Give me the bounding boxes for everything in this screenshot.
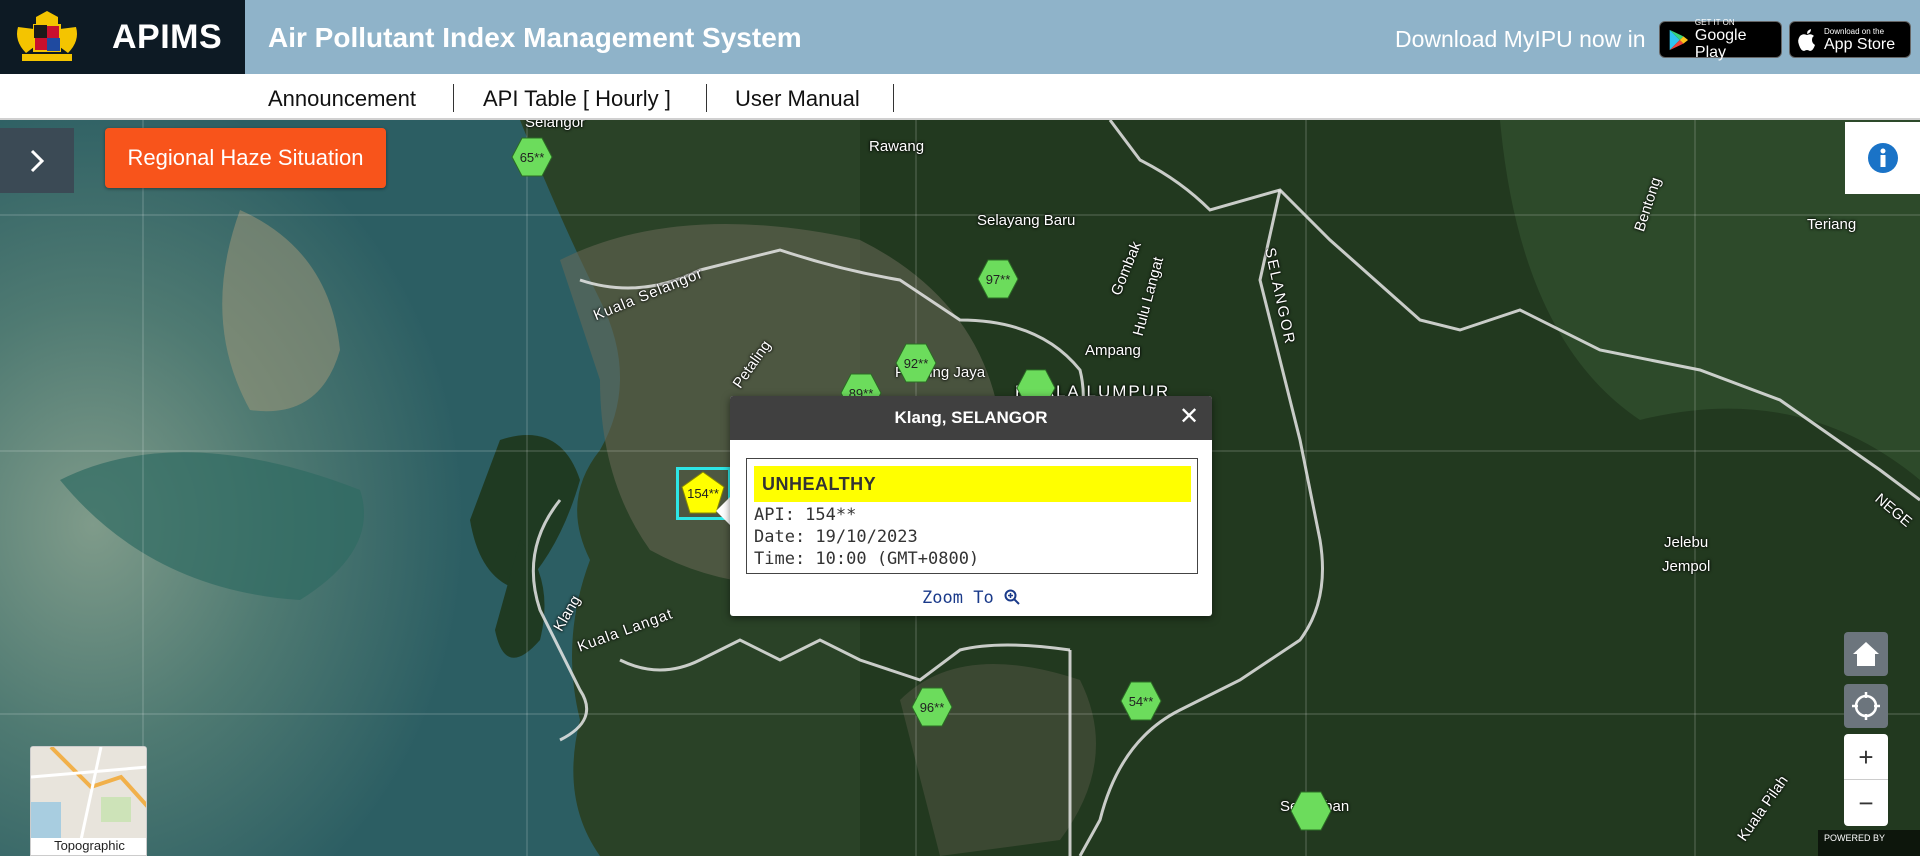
station-api-value: 92**	[903, 355, 929, 371]
google-play-small-text: GET IT ON	[1694, 18, 1735, 27]
place-label: Rawang	[869, 138, 925, 155]
station-api-value: 65**	[519, 149, 545, 165]
status-badge: UNHEALTHY	[754, 466, 1191, 502]
station-popup: Klang, SELANGOR ✕ UNHEALTHY API: 154** D…	[730, 396, 1212, 616]
basemap-toggle[interactable]: Topographic	[30, 746, 147, 856]
zoom-to-label: Zoom To	[922, 588, 994, 608]
info-icon	[1867, 143, 1898, 173]
popup-pointer	[716, 497, 730, 525]
station-marker[interactable]: 65**	[511, 136, 553, 178]
date-value: Date: 19/10/2023	[754, 527, 918, 547]
nav-user-manual[interactable]: User Manual	[735, 86, 860, 112]
main-nav: Announcement API Table [ Hourly ] User M…	[0, 74, 1920, 120]
close-icon[interactable]: ✕	[1176, 404, 1202, 430]
brand-name: APIMS	[112, 17, 223, 56]
coat-of-arms-logo	[17, 11, 77, 61]
map-attribution[interactable]: POWERED BY	[1818, 830, 1920, 856]
google-play-button[interactable]: GET IT ON Google Play	[1659, 18, 1782, 61]
api-value: API: 154**	[754, 505, 857, 525]
place-label: Jelebu	[1664, 534, 1709, 551]
locate-icon	[1852, 692, 1880, 720]
place-label: Selangor	[525, 120, 586, 131]
home-button[interactable]	[1844, 632, 1888, 676]
station-api-value: 54**	[1128, 693, 1154, 709]
basemap-label: Topographic	[31, 838, 146, 855]
attribution-label: POWERED BY	[1824, 833, 1886, 843]
zoom-out-button[interactable]: −	[1844, 780, 1888, 826]
app-header: APIMS Air Pollutant Index Management Sys…	[0, 0, 1920, 74]
regional-haze-button[interactable]: Regional Haze Situation	[105, 128, 386, 188]
sidebar-toggle-button[interactable]	[0, 128, 74, 193]
hexagon-icon	[1290, 791, 1332, 831]
station-marker[interactable]	[1290, 790, 1332, 832]
home-icon	[1853, 642, 1879, 666]
popup-header: Klang, SELANGOR ✕	[730, 396, 1212, 440]
download-prompt: Download MyIPU now in	[1395, 26, 1646, 52]
nav-announcement[interactable]: Announcement	[268, 86, 416, 112]
page-title: Air Pollutant Index Management System	[268, 22, 802, 53]
app-store-label: App Store	[1824, 35, 1896, 53]
brand-block[interactable]: APIMS	[0, 0, 245, 74]
google-play-icon	[1669, 29, 1689, 50]
nav-divider	[893, 84, 894, 112]
locate-button[interactable]	[1844, 684, 1888, 728]
station-marker[interactable]: 92**	[895, 342, 937, 384]
zoom-to-link[interactable]: Zoom To	[730, 588, 1212, 608]
chevron-right-icon	[30, 149, 45, 172]
app-store-button[interactable]: Download on the App Store	[1789, 21, 1911, 58]
time-value: Time: 10:00 (GMT+0800)	[754, 549, 980, 569]
popup-title: Klang, SELANGOR	[894, 408, 1048, 427]
station-api-value: 97**	[985, 271, 1011, 287]
station-marker[interactable]: 97**	[977, 258, 1019, 300]
google-play-label: Google Play	[1694, 27, 1747, 61]
zoom-in-icon	[1004, 589, 1020, 605]
nav-api-table-hourly[interactable]: API Table [ Hourly ]	[483, 86, 671, 112]
basemap-thumbnail	[31, 747, 146, 841]
apple-icon	[1798, 28, 1815, 51]
place-label: Teriang	[1807, 216, 1857, 233]
station-api-value: 96**	[919, 699, 945, 715]
place-label: Selayang Baru	[977, 212, 1076, 229]
zoom-controls: + −	[1844, 734, 1888, 826]
nav-divider	[706, 84, 707, 112]
place-label: Ampang	[1085, 342, 1141, 359]
station-marker[interactable]: 96**	[911, 686, 953, 728]
app-store-small-text: Download on the	[1824, 26, 1885, 36]
zoom-in-button[interactable]: +	[1844, 734, 1888, 780]
info-button[interactable]	[1845, 122, 1920, 194]
place-label: Jempol	[1662, 558, 1711, 575]
station-marker[interactable]: 54**	[1120, 680, 1162, 722]
nav-divider	[453, 84, 454, 112]
popup-content: UNHEALTHY API: 154** Date: 19/10/2023 Ti…	[746, 458, 1198, 574]
